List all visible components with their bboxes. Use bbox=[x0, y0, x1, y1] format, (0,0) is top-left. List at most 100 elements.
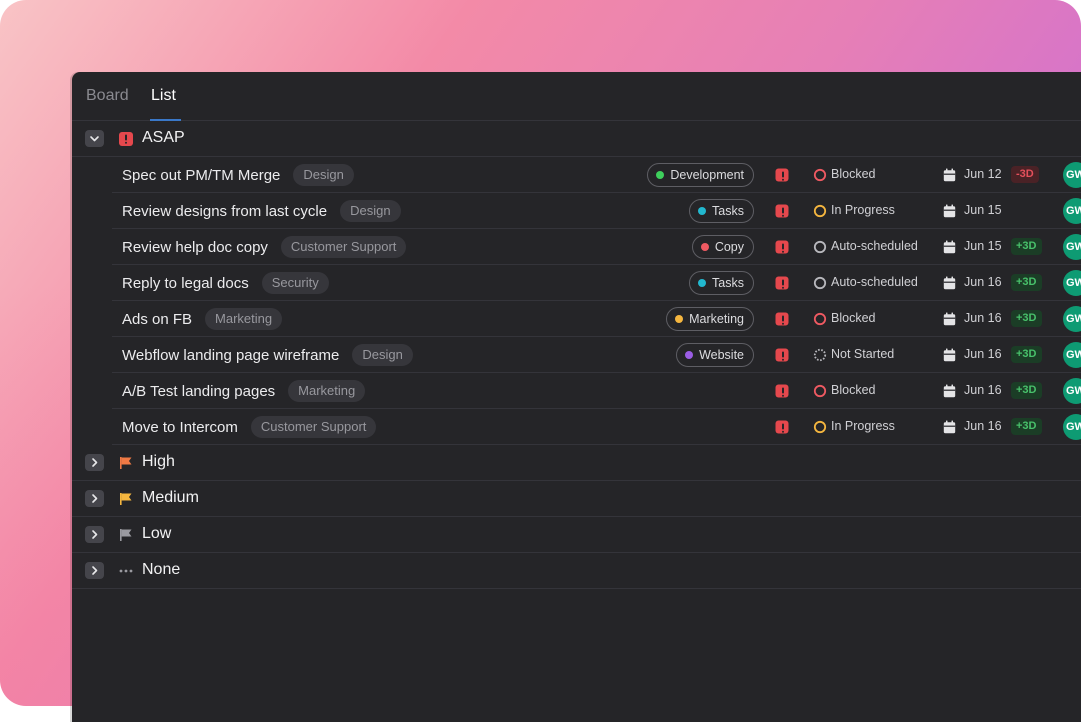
project-color-dot bbox=[685, 351, 694, 359]
due-date[interactable]: Jun 15 bbox=[964, 203, 1002, 217]
category-tag[interactable]: Customer Support bbox=[250, 416, 377, 438]
project-name: Website bbox=[699, 348, 744, 362]
task-row[interactable]: A/B Test landing pages Marketing Blocked Ju… bbox=[112, 373, 1081, 409]
priority-asap-icon[interactable] bbox=[775, 384, 789, 398]
due-date[interactable]: Jun 16 bbox=[964, 419, 1002, 433]
calendar-icon bbox=[943, 348, 956, 362]
flag-icon bbox=[118, 527, 134, 543]
group-header-none[interactable]: None bbox=[72, 553, 1081, 589]
due-date[interactable]: Jun 16 bbox=[964, 275, 1002, 289]
task-row[interactable]: Move to Intercom Customer Support In Progr… bbox=[112, 409, 1081, 445]
task-row[interactable]: Ads on FB Marketing Marketing Blocked Jun 16… bbox=[112, 301, 1081, 337]
task-name[interactable]: Move to Intercom bbox=[122, 419, 238, 436]
status-auto-icon[interactable] bbox=[813, 276, 827, 290]
priority-asap-icon[interactable] bbox=[775, 348, 789, 362]
flag-icon bbox=[118, 455, 134, 471]
priority-asap-icon[interactable] bbox=[775, 420, 789, 434]
status-blocked-icon[interactable] bbox=[813, 384, 827, 398]
assignee-avatar[interactable]: GW bbox=[1063, 270, 1081, 296]
project-tag[interactable]: Development bbox=[647, 163, 754, 187]
due-date[interactable]: Jun 16 bbox=[964, 383, 1002, 397]
chevron-right-icon[interactable] bbox=[85, 490, 104, 507]
task-row[interactable]: Review help doc copy Customer Support Copy… bbox=[112, 229, 1081, 265]
task-name[interactable]: Review help doc copy bbox=[122, 239, 268, 256]
date-delta-badge: -3D bbox=[1011, 166, 1039, 183]
group-header-high[interactable]: High bbox=[72, 445, 1081, 481]
task-name[interactable]: Webflow landing page wireframe bbox=[122, 347, 339, 364]
status-notstarted-icon[interactable] bbox=[813, 348, 827, 362]
category-tag[interactable]: Marketing bbox=[205, 308, 283, 330]
assignee-avatar[interactable]: GW bbox=[1063, 342, 1081, 368]
assignee-avatar[interactable]: GW bbox=[1063, 414, 1081, 440]
category-tag[interactable]: Marketing bbox=[288, 380, 366, 402]
status-label[interactable]: Auto-scheduled bbox=[831, 275, 918, 289]
status-label[interactable]: Blocked bbox=[831, 311, 875, 325]
category-tag[interactable]: Customer Support bbox=[280, 236, 407, 258]
task-name[interactable]: A/B Test landing pages bbox=[122, 383, 275, 400]
category-tag[interactable]: Design bbox=[293, 164, 354, 186]
chevron-right-icon[interactable] bbox=[85, 526, 104, 543]
task-row[interactable]: Review designs from last cycle Design Task… bbox=[112, 193, 1081, 229]
tab-list[interactable]: List bbox=[151, 87, 176, 105]
assignee-avatar[interactable]: GW bbox=[1063, 162, 1081, 188]
status-label[interactable]: Blocked bbox=[831, 383, 875, 397]
task-name[interactable]: Review designs from last cycle bbox=[122, 203, 327, 220]
task-name[interactable]: Spec out PM/TM Merge bbox=[122, 167, 280, 184]
due-date[interactable]: Jun 16 bbox=[964, 347, 1002, 361]
chevron-right-icon[interactable] bbox=[85, 562, 104, 579]
group-header-medium[interactable]: Medium bbox=[72, 481, 1081, 517]
assignee-avatar[interactable]: GW bbox=[1063, 198, 1081, 224]
status-progress-icon[interactable] bbox=[813, 204, 827, 218]
dots-icon bbox=[118, 563, 134, 579]
assignee-avatar[interactable]: GW bbox=[1063, 234, 1081, 260]
date-delta-badge: +3D bbox=[1011, 238, 1042, 255]
project-tag[interactable]: Tasks bbox=[689, 199, 754, 223]
status-label[interactable]: In Progress bbox=[831, 419, 895, 433]
priority-asap-icon[interactable] bbox=[775, 204, 789, 218]
project-tag[interactable]: Copy bbox=[691, 235, 754, 259]
status-label[interactable]: Not Started bbox=[831, 347, 894, 361]
task-name[interactable]: Reply to legal docs bbox=[122, 275, 249, 292]
status-label[interactable]: Blocked bbox=[831, 167, 875, 181]
task-name[interactable]: Ads on FB bbox=[122, 311, 192, 328]
tab-board[interactable]: Board bbox=[86, 87, 129, 105]
task-row[interactable]: Reply to legal docs Security Tasks Auto-sch… bbox=[112, 265, 1081, 301]
group-label: ASAP bbox=[142, 129, 185, 146]
calendar-icon bbox=[943, 276, 956, 290]
group-label: Low bbox=[142, 525, 172, 542]
assignee-avatar[interactable]: GW bbox=[1063, 306, 1081, 332]
calendar-icon bbox=[943, 312, 956, 326]
group-label: None bbox=[142, 561, 181, 578]
task-row[interactable]: Webflow landing page wireframe Design Webs… bbox=[112, 337, 1081, 373]
priority-asap-icon[interactable] bbox=[775, 168, 789, 182]
group-header-asap[interactable]: ASAP bbox=[72, 121, 1081, 157]
status-label[interactable]: In Progress bbox=[831, 203, 895, 217]
category-tag[interactable]: Security bbox=[261, 272, 329, 294]
project-tag[interactable]: Tasks bbox=[689, 271, 754, 295]
project-tag[interactable]: Marketing bbox=[666, 307, 754, 331]
chevron-right-icon[interactable] bbox=[85, 454, 104, 471]
category-tag[interactable]: Design bbox=[352, 344, 413, 366]
status-blocked-icon[interactable] bbox=[813, 312, 827, 326]
date-delta-badge: +3D bbox=[1011, 418, 1042, 435]
group-header-low[interactable]: Low bbox=[72, 517, 1081, 553]
priority-asap-icon[interactable] bbox=[775, 312, 789, 326]
category-tag[interactable]: Design bbox=[340, 200, 401, 222]
status-progress-icon[interactable] bbox=[813, 420, 827, 434]
project-name: Marketing bbox=[689, 312, 744, 326]
assignee-avatar[interactable]: GW bbox=[1063, 378, 1081, 404]
status-label[interactable]: Auto-scheduled bbox=[831, 239, 918, 253]
due-date[interactable]: Jun 12 bbox=[964, 167, 1002, 181]
due-date[interactable]: Jun 16 bbox=[964, 311, 1002, 325]
task-row[interactable]: Spec out PM/TM Merge Design Development Blo… bbox=[112, 157, 1081, 193]
status-auto-icon[interactable] bbox=[813, 240, 827, 254]
project-tag[interactable]: Website bbox=[676, 343, 754, 367]
project-name: Tasks bbox=[712, 276, 744, 290]
calendar-icon bbox=[943, 384, 956, 398]
due-date[interactable]: Jun 15 bbox=[964, 239, 1002, 253]
project-name: Tasks bbox=[712, 204, 744, 218]
priority-asap-icon[interactable] bbox=[775, 276, 789, 290]
priority-asap-icon[interactable] bbox=[775, 240, 789, 254]
chevron-down-icon[interactable] bbox=[85, 130, 104, 147]
status-blocked-icon[interactable] bbox=[813, 168, 827, 182]
